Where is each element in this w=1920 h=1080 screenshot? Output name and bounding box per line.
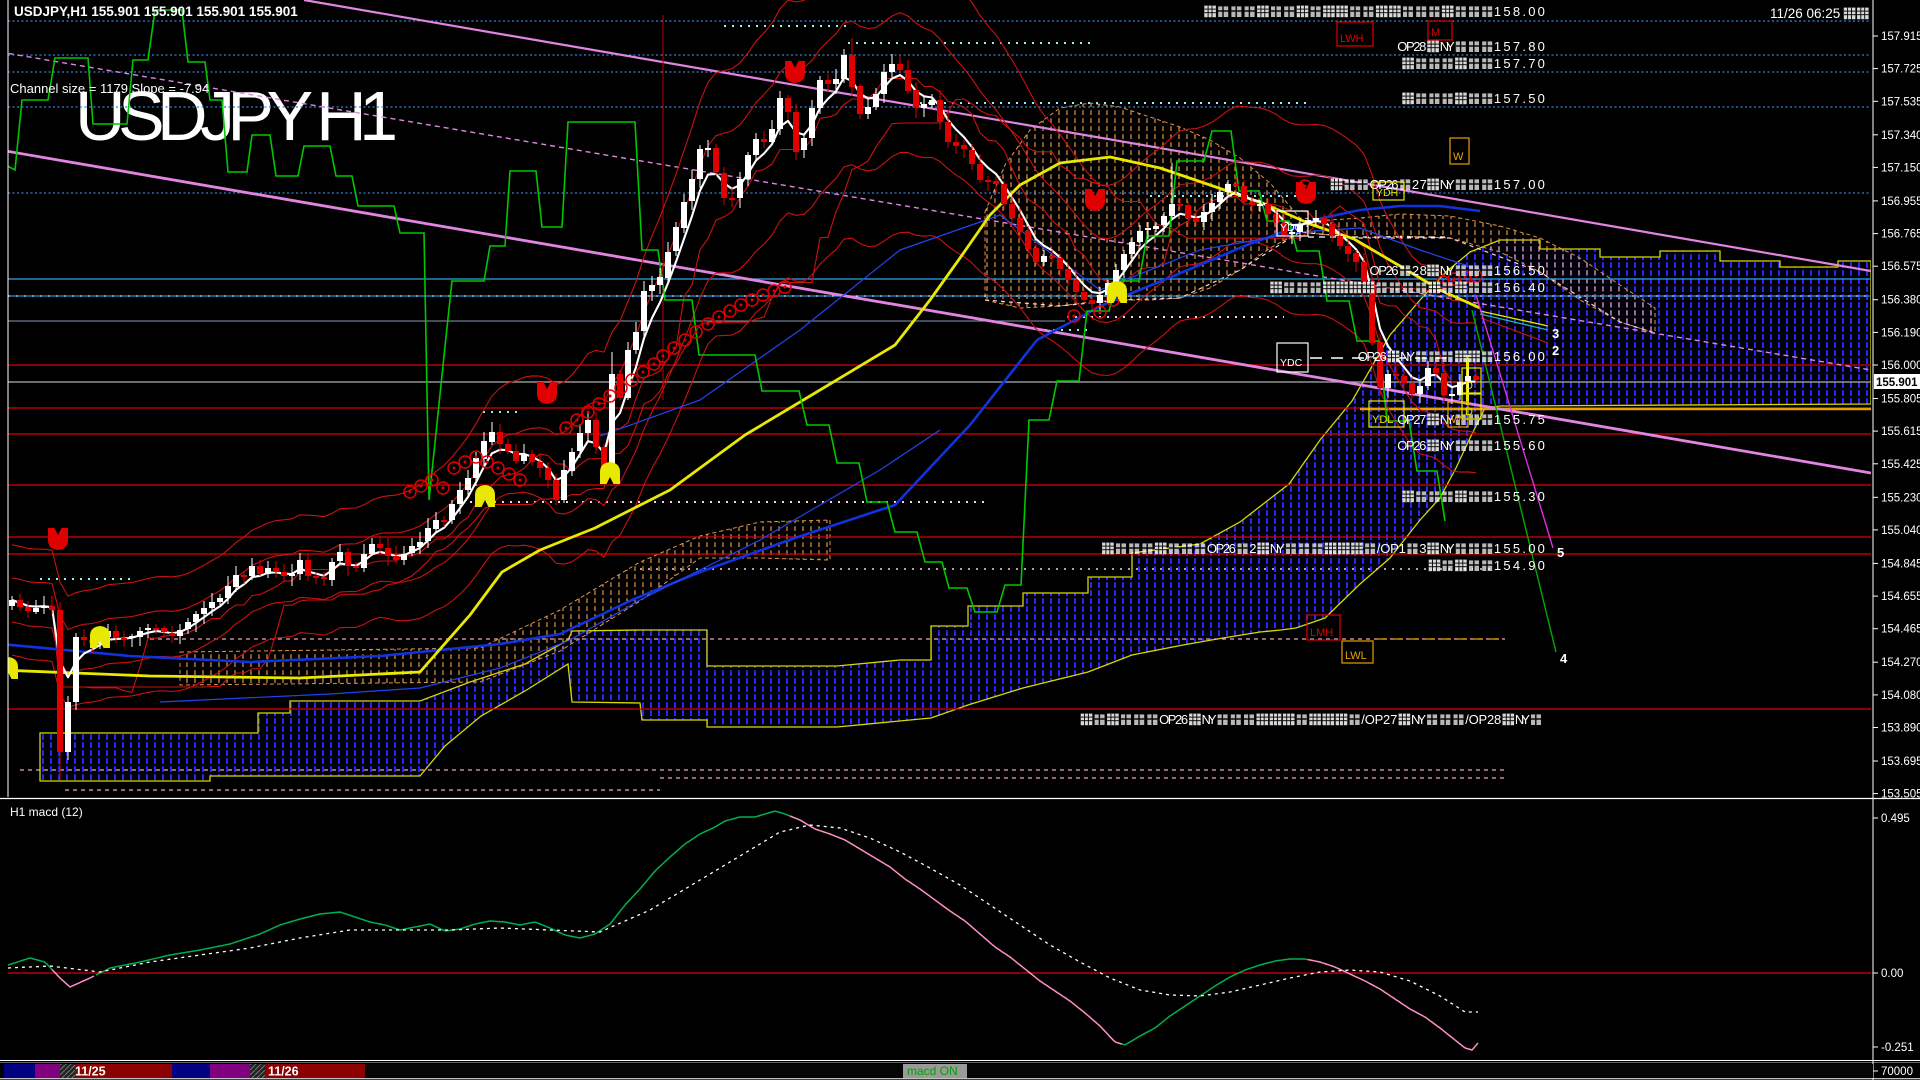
svg-text:/OP27: /OP27 bbox=[1361, 712, 1397, 727]
svg-text:LWH: LWH bbox=[1340, 33, 1364, 45]
svg-text:157.150: 157.150 bbox=[1881, 162, 1920, 174]
svg-text:NY: NY bbox=[1202, 712, 1217, 727]
svg-text:OP26: OP26 bbox=[1159, 712, 1188, 727]
svg-text:153.505: 153.505 bbox=[1881, 789, 1920, 801]
svg-text:0.495: 0.495 bbox=[1881, 813, 1910, 825]
svg-text:153.695: 153.695 bbox=[1881, 756, 1920, 768]
svg-text:NY: NY bbox=[1440, 263, 1455, 278]
svg-text:156.955: 156.955 bbox=[1881, 196, 1920, 208]
svg-text:W: W bbox=[1453, 151, 1464, 163]
svg-text:NY: NY bbox=[1440, 39, 1455, 54]
svg-text:YDL: YDL bbox=[1372, 414, 1393, 426]
svg-text:NY: NY bbox=[1440, 177, 1455, 192]
svg-text:11/25: 11/25 bbox=[75, 1065, 106, 1079]
svg-text:M: M bbox=[1431, 27, 1440, 39]
svg-text:0.00: 0.00 bbox=[1881, 968, 1903, 980]
svg-text:70000: 70000 bbox=[1881, 1066, 1913, 1078]
svg-text:4: 4 bbox=[1560, 651, 1568, 666]
svg-text:3: 3 bbox=[1552, 326, 1559, 341]
svg-text:154.270: 154.270 bbox=[1881, 657, 1920, 669]
svg-text:5: 5 bbox=[1557, 545, 1564, 560]
svg-text:NY: NY bbox=[1411, 712, 1426, 727]
svg-text:/OP1: /OP1 bbox=[1377, 541, 1406, 556]
svg-text:28: 28 bbox=[1412, 263, 1427, 278]
svg-text:D: D bbox=[1465, 380, 1473, 392]
svg-text:156.190: 156.190 bbox=[1881, 327, 1920, 339]
svg-text:YDO: YDO bbox=[1280, 222, 1303, 234]
svg-text:Channel size = 1179 Slope = -7: Channel size = 1179 Slope = -7.94 bbox=[10, 81, 209, 96]
svg-text:YDH: YDH bbox=[1376, 187, 1398, 199]
svg-text:157.725: 157.725 bbox=[1881, 64, 1920, 76]
svg-text:153.890: 153.890 bbox=[1881, 723, 1920, 735]
svg-text:154.465: 154.465 bbox=[1881, 624, 1920, 636]
svg-text:OP26: OP26 bbox=[1397, 438, 1426, 453]
svg-text:OP26: OP26 bbox=[1358, 349, 1387, 364]
svg-text:H1 macd (12): H1 macd (12) bbox=[10, 805, 83, 819]
svg-text:macd ON: macd ON bbox=[907, 1064, 958, 1078]
svg-text:155.805: 155.805 bbox=[1881, 394, 1920, 406]
svg-text:154.845: 154.845 bbox=[1881, 558, 1920, 570]
svg-text:NY: NY bbox=[1440, 541, 1455, 556]
svg-text:LWL: LWL bbox=[1345, 650, 1367, 662]
svg-text:155.040: 155.040 bbox=[1881, 525, 1920, 537]
svg-text:11/26 06:25: 11/26 06:25 bbox=[1770, 6, 1840, 21]
svg-text:157.915: 157.915 bbox=[1881, 31, 1920, 43]
svg-text:154.080: 154.080 bbox=[1881, 690, 1920, 702]
svg-text:NY: NY bbox=[1270, 541, 1285, 556]
svg-text:LMH: LMH bbox=[1310, 627, 1333, 639]
svg-text:155.615: 155.615 bbox=[1881, 426, 1920, 438]
svg-text:3: 3 bbox=[1419, 541, 1426, 556]
svg-text:OP28: OP28 bbox=[1397, 39, 1426, 54]
svg-text:W: W bbox=[1451, 414, 1462, 426]
svg-text:155.230: 155.230 bbox=[1881, 492, 1920, 504]
svg-text:OP26: OP26 bbox=[1207, 541, 1236, 556]
svg-text:27: 27 bbox=[1412, 177, 1427, 192]
svg-text:11/26: 11/26 bbox=[268, 1065, 299, 1079]
svg-text:2: 2 bbox=[1552, 343, 1559, 358]
svg-text:NY: NY bbox=[1400, 349, 1415, 364]
svg-text:157.535: 157.535 bbox=[1881, 96, 1920, 108]
svg-text:156.000: 156.000 bbox=[1881, 360, 1920, 372]
svg-text:NY: NY bbox=[1440, 438, 1455, 453]
svg-text:OP27: OP27 bbox=[1397, 412, 1426, 427]
svg-text:156.765: 156.765 bbox=[1881, 229, 1920, 241]
svg-text:156.380: 156.380 bbox=[1881, 295, 1920, 307]
svg-text:156.575: 156.575 bbox=[1881, 261, 1920, 273]
svg-text:157.340: 157.340 bbox=[1881, 130, 1920, 142]
svg-text:155.425: 155.425 bbox=[1881, 459, 1920, 471]
svg-text:/OP28: /OP28 bbox=[1465, 712, 1501, 727]
svg-text:154.655: 154.655 bbox=[1881, 591, 1920, 603]
svg-text:155.901: 155.901 bbox=[1876, 377, 1918, 389]
svg-text:YDC: YDC bbox=[1280, 357, 1303, 369]
svg-text:D: D bbox=[1465, 406, 1473, 418]
svg-text:-0.251: -0.251 bbox=[1881, 1042, 1914, 1054]
svg-text:2: 2 bbox=[1249, 541, 1256, 556]
svg-text:USDJPY,H1 155.901 155.901 155: USDJPY,H1 155.901 155.901 155.901 155.90… bbox=[14, 4, 298, 19]
svg-text:NY: NY bbox=[1515, 712, 1530, 727]
svg-text:OP26: OP26 bbox=[1370, 263, 1399, 278]
